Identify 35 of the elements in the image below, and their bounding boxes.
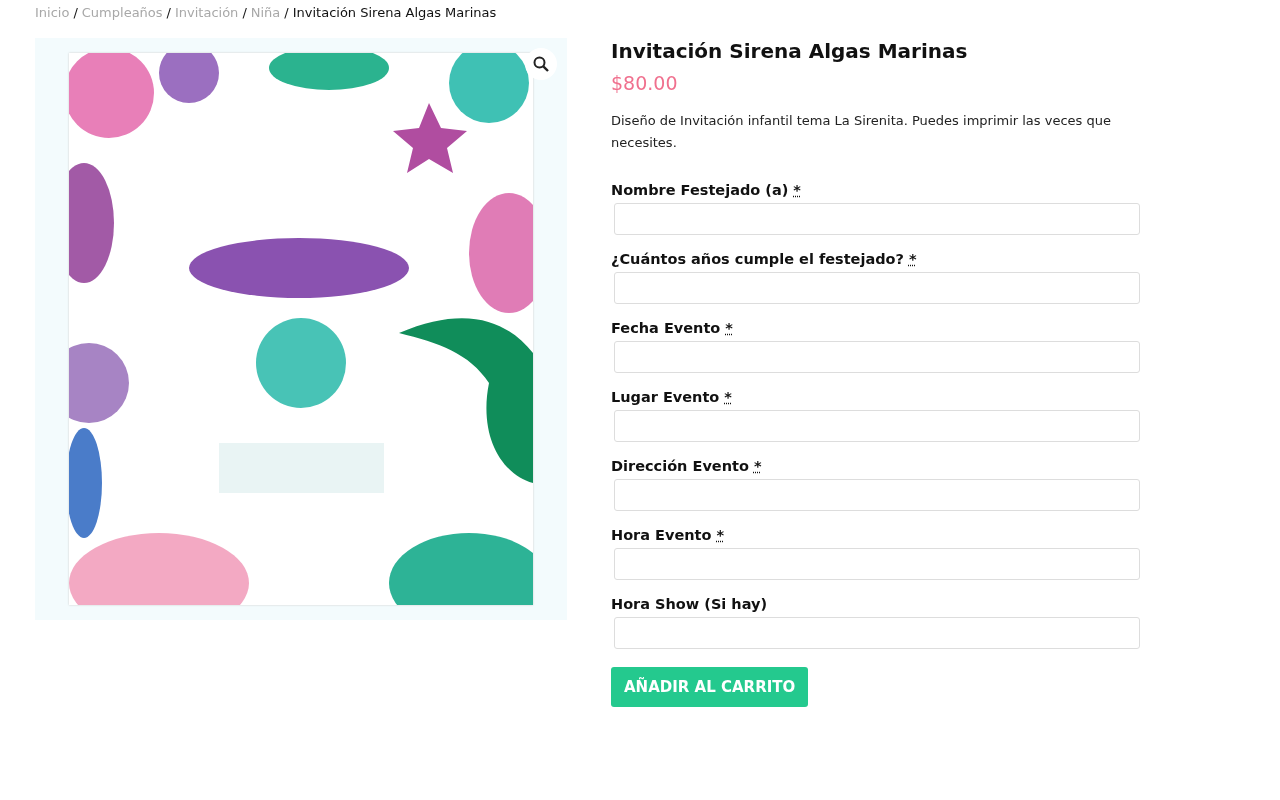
required-mark: * [753, 458, 762, 474]
input-field[interactable] [614, 341, 1140, 373]
input-field[interactable] [614, 617, 1140, 649]
breadcrumb-separator: / [166, 5, 171, 20]
field-label: Hora Evento [611, 527, 712, 543]
required-mark: * [716, 527, 725, 543]
breadcrumb-separator: / [73, 5, 78, 20]
breadcrumb-link[interactable]: Niña [250, 5, 281, 20]
breadcrumb-link[interactable]: Invitación [174, 5, 239, 20]
input-field[interactable] [614, 410, 1140, 442]
field-label: Dirección Evento [611, 458, 749, 474]
product-title: Invitación Sirena Algas Marinas [611, 38, 969, 64]
required-mark: * [793, 182, 801, 198]
input-field[interactable] [614, 272, 1140, 304]
breadcrumb-link[interactable]: Inicio [35, 5, 70, 20]
required-mark: * [725, 320, 733, 336]
field-label: Hora Show (Si hay) [611, 596, 768, 612]
breadcrumb-link[interactable]: Cumpleaños [81, 5, 163, 20]
zoom-button[interactable] [525, 48, 557, 80]
breadcrumb-current: Invitación Sirena Algas Marinas [292, 5, 497, 20]
required-mark: * [908, 251, 917, 267]
breadcrumb-separator: / [242, 5, 247, 20]
field-label: Fecha Evento [611, 320, 721, 336]
search-icon [533, 56, 549, 72]
breadcrumb-separator: / [284, 5, 289, 20]
field-label: Lugar Evento [611, 389, 720, 405]
add-to-cart-button[interactable]: AÑADIR AL CARRITO [611, 667, 809, 707]
product-description: Diseño de Invitación infantil tema La Sirenita. Puedes imprimir las veces que necesites. [611, 112, 1112, 152]
input-field[interactable] [614, 203, 1140, 235]
input-field[interactable] [614, 548, 1140, 580]
field-label: Nombre Festejado (a) [611, 182, 789, 198]
input-field[interactable] [614, 479, 1140, 511]
field-label: ¿Cuántos años cumple el festejado? [611, 251, 904, 267]
product-price: $80.00 [611, 72, 679, 94]
required-mark: * [724, 389, 732, 405]
